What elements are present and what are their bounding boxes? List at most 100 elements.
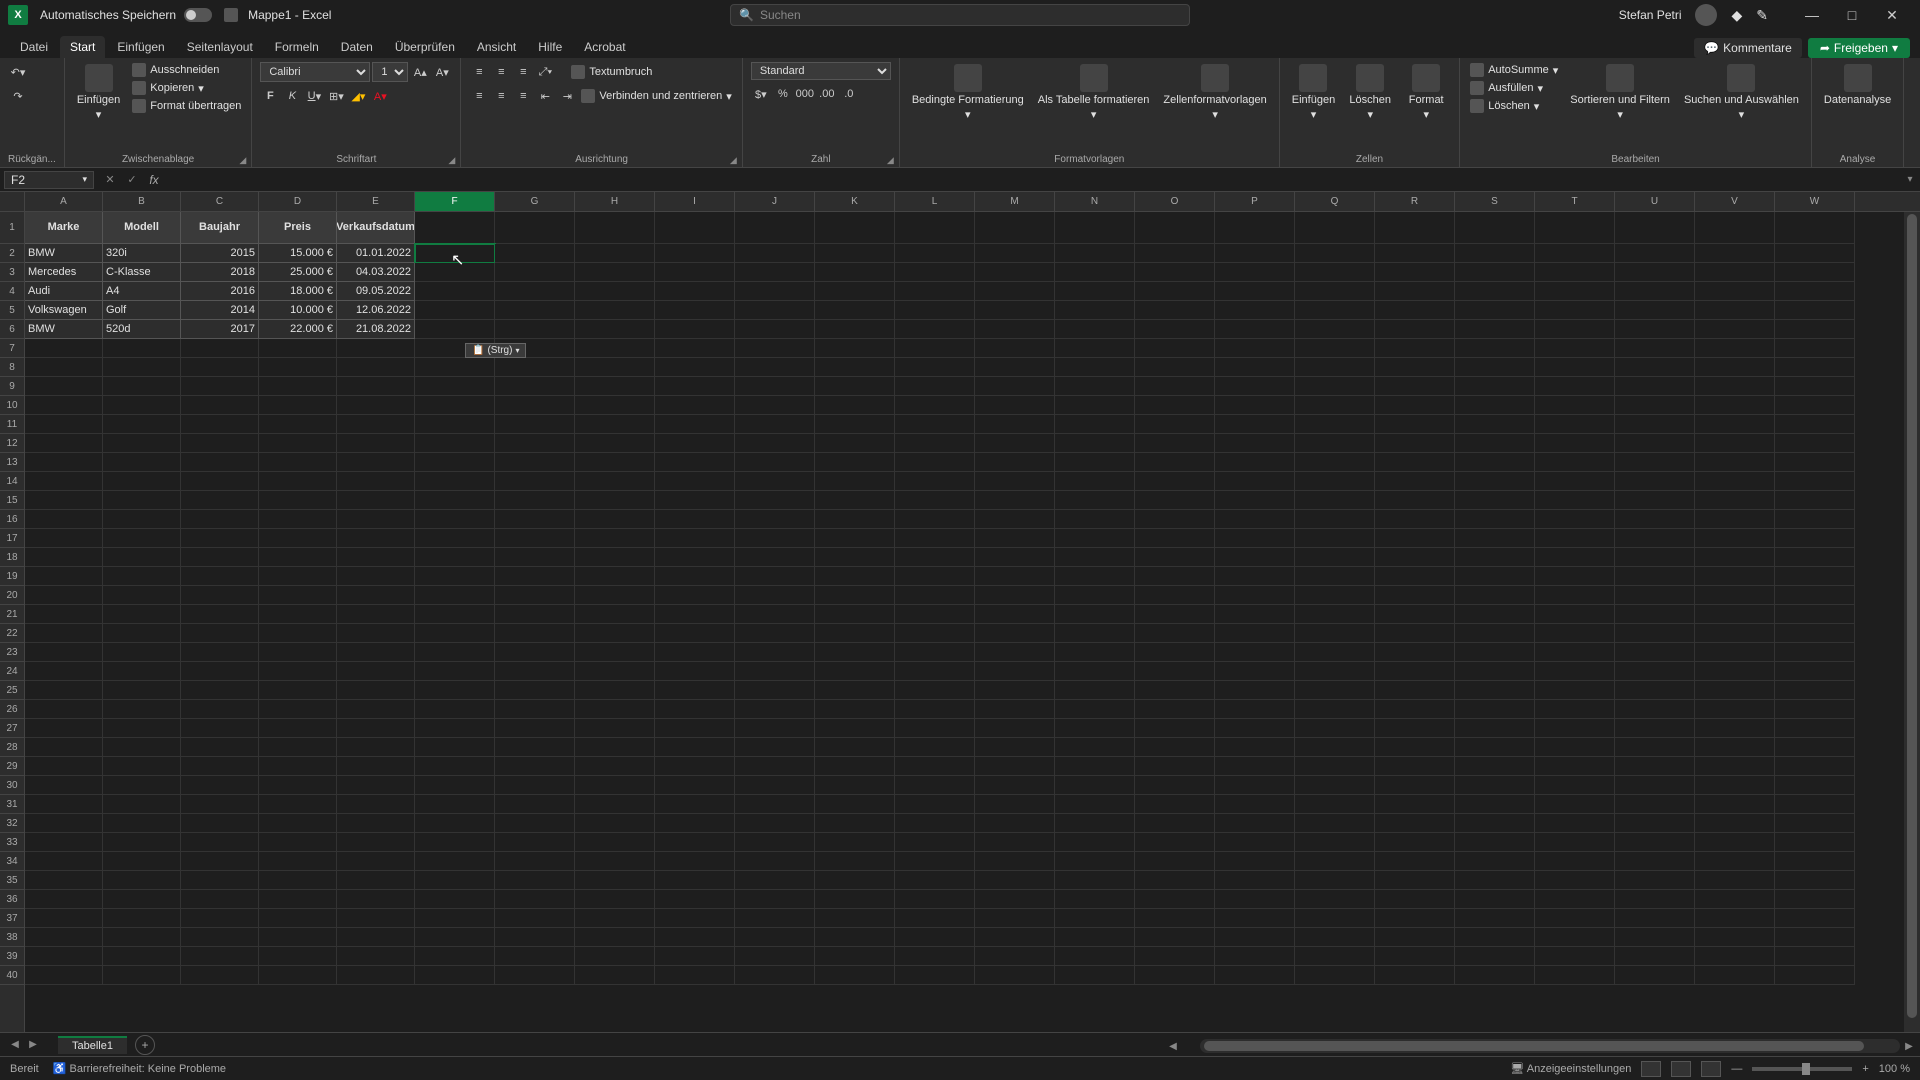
- cell[interactable]: [895, 472, 975, 491]
- cell[interactable]: [1695, 624, 1775, 643]
- cell[interactable]: [1455, 244, 1535, 263]
- cell[interactable]: [735, 548, 815, 567]
- cell[interactable]: [655, 301, 735, 320]
- cell[interactable]: [1695, 909, 1775, 928]
- cell[interactable]: [1535, 472, 1615, 491]
- cell[interactable]: [1615, 833, 1695, 852]
- cell[interactable]: [975, 966, 1055, 985]
- cell[interactable]: [1695, 434, 1775, 453]
- cell[interactable]: [337, 453, 415, 472]
- cell[interactable]: [1135, 529, 1215, 548]
- cell[interactable]: [895, 263, 975, 282]
- cell[interactable]: [1215, 320, 1295, 339]
- cell[interactable]: [1775, 282, 1855, 301]
- cell[interactable]: [1455, 263, 1535, 282]
- cell[interactable]: [975, 795, 1055, 814]
- cell[interactable]: [975, 890, 1055, 909]
- cell[interactable]: [575, 624, 655, 643]
- cell[interactable]: [181, 396, 259, 415]
- column-header[interactable]: O: [1135, 192, 1215, 211]
- cell[interactable]: [103, 700, 181, 719]
- cell[interactable]: [1055, 738, 1135, 757]
- cell[interactable]: [415, 415, 495, 434]
- cell[interactable]: [415, 738, 495, 757]
- cell[interactable]: [735, 396, 815, 415]
- cell[interactable]: [1775, 263, 1855, 282]
- page-break-view-button[interactable]: [1701, 1061, 1721, 1077]
- cell[interactable]: [735, 415, 815, 434]
- cell[interactable]: [1775, 434, 1855, 453]
- tab-help[interactable]: Hilfe: [528, 36, 572, 58]
- cell[interactable]: [1455, 909, 1535, 928]
- cell[interactable]: [103, 567, 181, 586]
- cell[interactable]: [337, 947, 415, 966]
- cell[interactable]: [1055, 472, 1135, 491]
- cell[interactable]: [25, 871, 103, 890]
- cell[interactable]: [337, 909, 415, 928]
- cell[interactable]: [1135, 738, 1215, 757]
- cell[interactable]: [1135, 212, 1215, 244]
- cell[interactable]: [1295, 263, 1375, 282]
- cell[interactable]: [655, 415, 735, 434]
- cell[interactable]: [575, 415, 655, 434]
- cell[interactable]: [1375, 719, 1455, 738]
- cell[interactable]: [1375, 795, 1455, 814]
- cell[interactable]: [1055, 301, 1135, 320]
- cell[interactable]: [815, 434, 895, 453]
- cell[interactable]: [103, 966, 181, 985]
- cell[interactable]: [181, 966, 259, 985]
- cell[interactable]: [1775, 377, 1855, 396]
- cell[interactable]: [1695, 491, 1775, 510]
- table-header-cell[interactable]: Modell: [103, 212, 181, 244]
- cell[interactable]: [815, 548, 895, 567]
- format-cells-button[interactable]: Format▾: [1401, 62, 1451, 123]
- cell[interactable]: [1535, 909, 1615, 928]
- cell[interactable]: [337, 377, 415, 396]
- cell[interactable]: [1615, 567, 1695, 586]
- align-center-button[interactable]: ≡: [491, 86, 511, 106]
- cell[interactable]: [415, 282, 495, 301]
- cell[interactable]: [1695, 415, 1775, 434]
- cell[interactable]: [1295, 795, 1375, 814]
- cell[interactable]: [25, 776, 103, 795]
- cell[interactable]: [1375, 567, 1455, 586]
- delete-cells-button[interactable]: Löschen▾: [1345, 62, 1395, 123]
- font-dialog-launcher[interactable]: ◢: [448, 155, 458, 165]
- cell[interactable]: [895, 453, 975, 472]
- cell[interactable]: [1455, 472, 1535, 491]
- cell[interactable]: [815, 871, 895, 890]
- cell[interactable]: [181, 586, 259, 605]
- row-header[interactable]: 40: [0, 966, 24, 985]
- cell[interactable]: [1695, 244, 1775, 263]
- cell[interactable]: [415, 852, 495, 871]
- cell[interactable]: [1695, 757, 1775, 776]
- cell[interactable]: [735, 472, 815, 491]
- cell[interactable]: [1615, 434, 1695, 453]
- table-cell[interactable]: 01.01.2022: [337, 244, 415, 263]
- cell[interactable]: [181, 548, 259, 567]
- tab-start[interactable]: Start: [60, 36, 105, 58]
- cell[interactable]: [25, 491, 103, 510]
- cell[interactable]: [1615, 339, 1695, 358]
- cell[interactable]: [103, 871, 181, 890]
- cell[interactable]: [1535, 244, 1615, 263]
- cell[interactable]: [495, 320, 575, 339]
- cell[interactable]: [103, 757, 181, 776]
- tab-acrobat[interactable]: Acrobat: [574, 36, 635, 58]
- row-header[interactable]: 20: [0, 586, 24, 605]
- cell[interactable]: [815, 852, 895, 871]
- cell[interactable]: [655, 662, 735, 681]
- cell[interactable]: [1135, 510, 1215, 529]
- cell[interactable]: [25, 586, 103, 605]
- cell[interactable]: [1615, 700, 1695, 719]
- cell[interactable]: [1135, 472, 1215, 491]
- cell[interactable]: [415, 529, 495, 548]
- cell[interactable]: [735, 681, 815, 700]
- cell[interactable]: [1135, 605, 1215, 624]
- cell[interactable]: [495, 472, 575, 491]
- row-header[interactable]: 16: [0, 510, 24, 529]
- cell[interactable]: [1135, 434, 1215, 453]
- cell[interactable]: [181, 643, 259, 662]
- cell[interactable]: [25, 928, 103, 947]
- cell[interactable]: [25, 472, 103, 491]
